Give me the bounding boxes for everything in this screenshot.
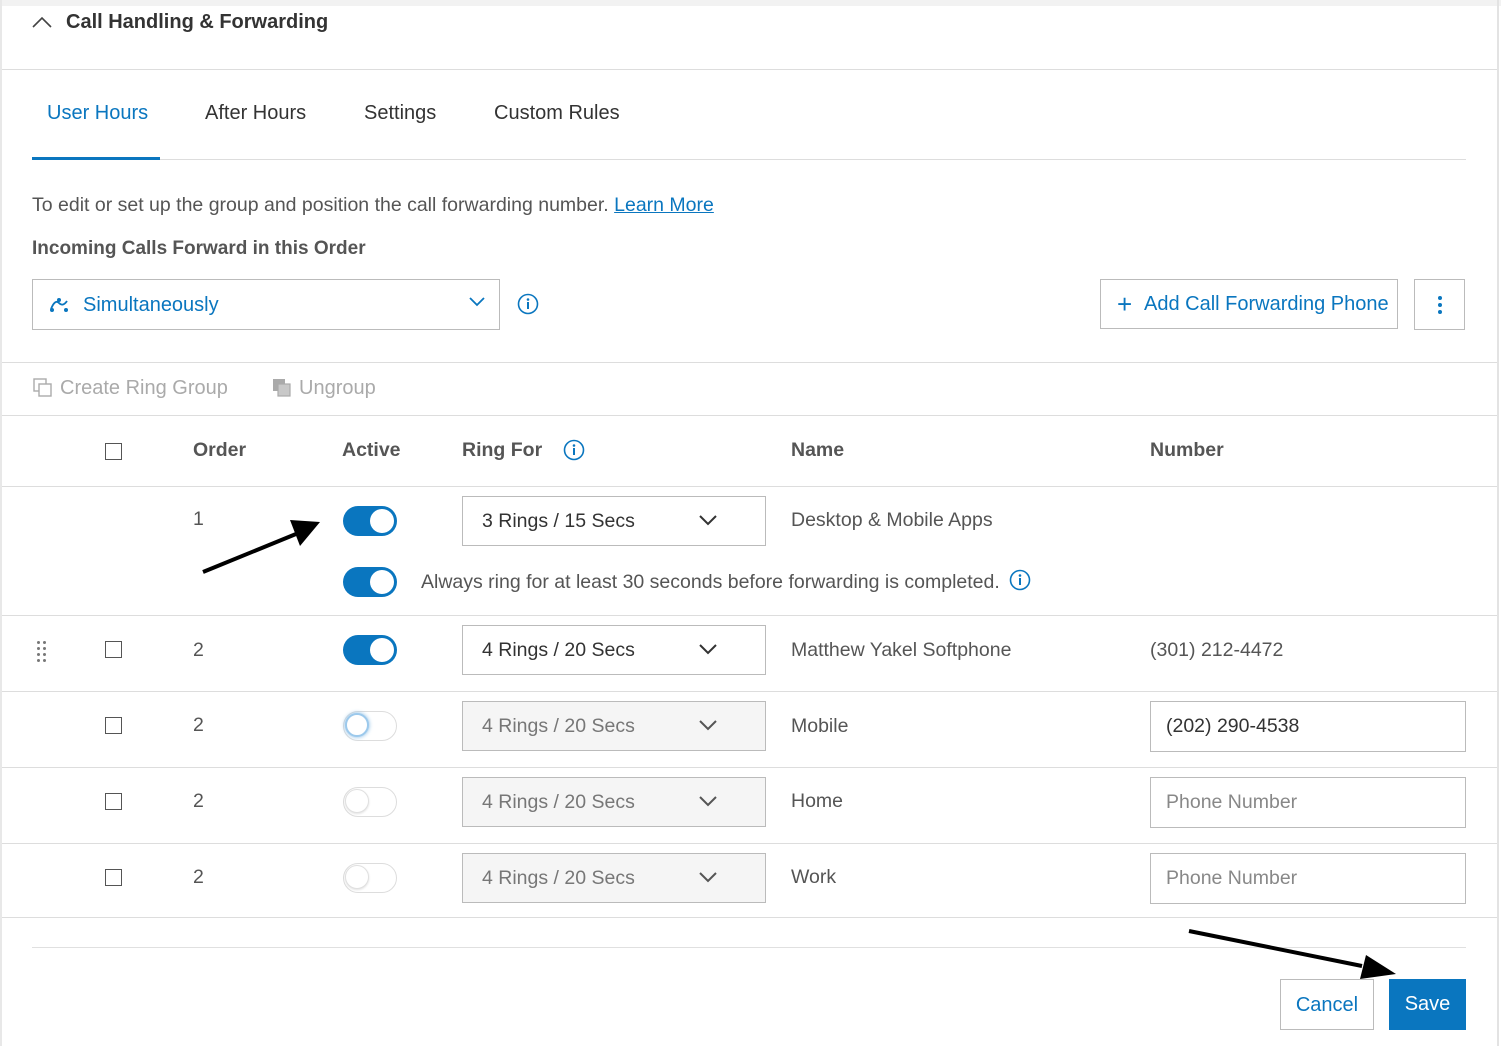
ring-for-value: 4 Rings / 20 Secs (482, 791, 635, 813)
plus-icon: + (1117, 289, 1133, 319)
active-toggle[interactable] (343, 635, 397, 665)
row-checkbox[interactable] (105, 717, 122, 734)
drag-handle-icon[interactable] (36, 640, 48, 662)
ungroup-icon (273, 379, 291, 397)
cancel-button[interactable]: Cancel (1280, 979, 1374, 1030)
mobile-number-input[interactable] (1150, 701, 1466, 752)
tabs-divider (32, 159, 1466, 160)
more-options-button[interactable] (1414, 279, 1465, 330)
chevron-down-icon (699, 644, 717, 655)
add-call-forwarding-label: Add Call Forwarding Phone (1144, 293, 1389, 315)
divider (32, 947, 1466, 948)
save-button[interactable]: Save (1389, 979, 1466, 1030)
row-checkbox[interactable] (105, 641, 122, 658)
tab-settings[interactable]: Settings (364, 102, 436, 125)
ungroup-button[interactable]: Ungroup (299, 377, 376, 400)
section-title: Call Handling & Forwarding (66, 11, 329, 33)
right-border (1497, 0, 1499, 1046)
tab-custom-rules[interactable]: Custom Rules (494, 102, 620, 125)
arrow-to-toggle (202, 520, 320, 574)
save-label: Save (1404, 993, 1451, 1015)
divider (2, 917, 1497, 918)
divider (2, 843, 1497, 844)
chevron-down-icon (699, 720, 717, 731)
row-checkbox[interactable] (105, 793, 122, 810)
add-call-forwarding-phone-button[interactable]: + Add Call Forwarding Phone (1100, 279, 1398, 329)
row-order: 2 (193, 790, 204, 812)
chevron-down-icon (699, 515, 717, 526)
row-order: 2 (193, 714, 204, 736)
row-name: Matthew Yakel Softphone (791, 639, 1012, 661)
left-border (0, 0, 2, 1046)
row-name: Home (791, 790, 844, 812)
create-ring-group-button[interactable]: Create Ring Group (60, 377, 228, 400)
learn-more-link[interactable]: Learn More (614, 194, 714, 216)
simultaneous-icon (50, 298, 68, 312)
ring-for-select[interactable]: 4 Rings / 20 Secs (462, 853, 766, 903)
header-number: Number (1150, 439, 1224, 461)
ring-for-select[interactable]: 4 Rings / 20 Secs (462, 777, 766, 827)
cancel-label: Cancel (1295, 994, 1359, 1016)
forward-order-label: Incoming Calls Forward in this Order (32, 238, 366, 259)
ring-for-select[interactable]: 4 Rings / 20 Secs (462, 625, 766, 675)
header-name: Name (791, 439, 845, 461)
chevron-down-icon (699, 796, 717, 807)
select-all-checkbox[interactable] (105, 443, 122, 460)
home-number-input[interactable] (1150, 777, 1466, 828)
row-number: (301) 212-4472 (1150, 639, 1284, 661)
active-toggle[interactable] (343, 787, 397, 817)
header-ring-for: Ring For (462, 439, 543, 461)
divider (2, 691, 1497, 692)
chevron-down-icon (699, 872, 717, 883)
forward-order-value: Simultaneously (83, 294, 219, 316)
active-tab-indicator (32, 157, 160, 160)
divider (2, 486, 1497, 487)
forward-order-select[interactable]: Simultaneously (32, 279, 500, 330)
row-name: Desktop & Mobile Apps (791, 509, 993, 531)
top-strip (0, 0, 1501, 6)
divider (2, 362, 1497, 363)
ring-for-select[interactable]: 4 Rings / 20 Secs (462, 701, 766, 751)
row-name: Work (791, 866, 837, 888)
tab-user-hours[interactable]: User Hours (47, 102, 148, 125)
active-toggle[interactable] (343, 506, 397, 536)
ring-for-value: 4 Rings / 20 Secs (482, 715, 635, 737)
always-ring-note: Always ring for at least 30 seconds befo… (421, 571, 1000, 593)
row-order: 1 (193, 508, 204, 530)
arrow-to-save (1188, 929, 1396, 979)
header-active: Active (342, 439, 401, 461)
active-toggle[interactable] (343, 863, 397, 893)
chevron-up-icon[interactable] (32, 16, 52, 28)
always-ring-toggle[interactable] (343, 567, 397, 597)
row-order: 2 (193, 639, 204, 661)
info-icon[interactable] (517, 293, 539, 315)
row-order: 2 (193, 866, 204, 888)
create-group-icon (33, 378, 52, 397)
divider (2, 415, 1497, 416)
ring-for-value: 4 Rings / 20 Secs (482, 639, 635, 661)
info-icon[interactable] (563, 439, 585, 461)
divider (2, 615, 1497, 616)
header-order: Order (193, 439, 247, 461)
row-name: Mobile (791, 715, 849, 737)
ring-for-value: 3 Rings / 15 Secs (482, 510, 635, 532)
tab-after-hours[interactable]: After Hours (205, 102, 306, 125)
work-number-input[interactable] (1150, 853, 1466, 904)
info-icon[interactable] (1009, 569, 1031, 591)
divider (2, 69, 1497, 70)
ring-for-select[interactable]: 3 Rings / 15 Secs (462, 496, 766, 546)
ring-for-value: 4 Rings / 20 Secs (482, 867, 635, 889)
row-checkbox[interactable] (105, 869, 122, 886)
divider (2, 767, 1497, 768)
description: To edit or set up the group and position… (32, 194, 714, 217)
active-toggle[interactable] (343, 711, 397, 741)
description-text: To edit or set up the group and position… (32, 194, 609, 216)
chevron-down-icon (469, 297, 485, 307)
